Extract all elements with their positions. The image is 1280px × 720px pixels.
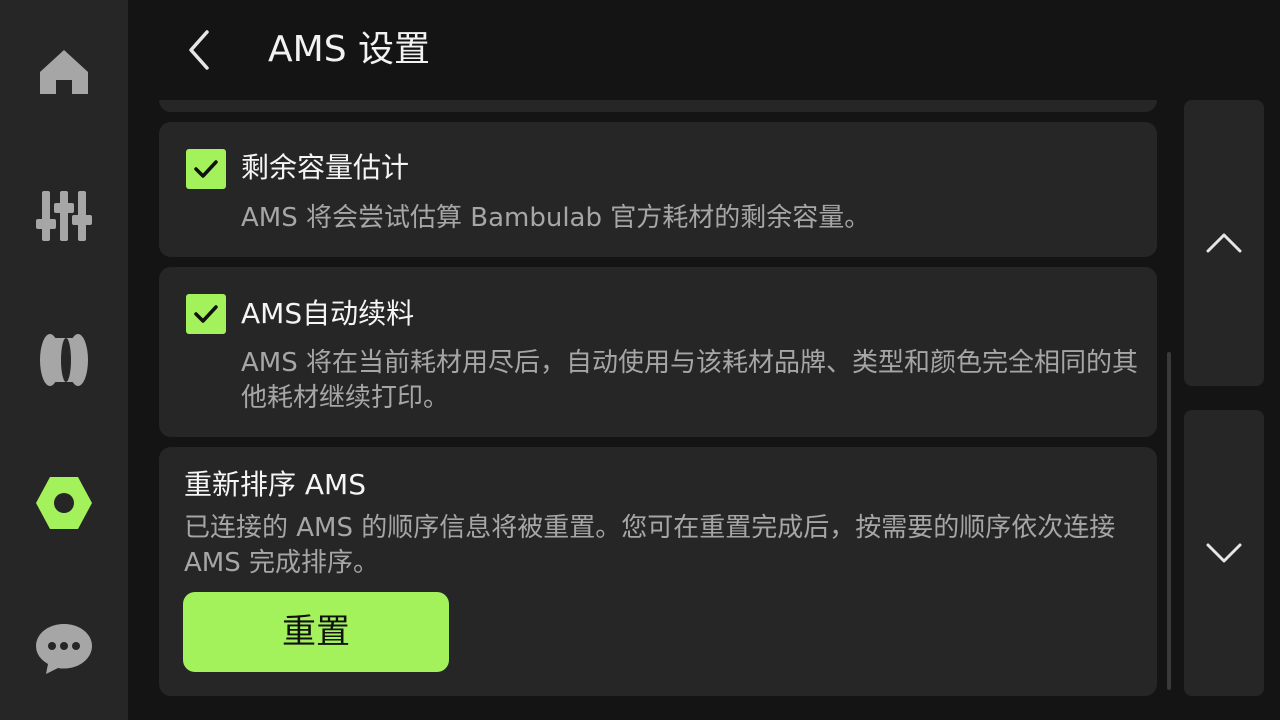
filament-icon	[40, 334, 88, 386]
chevron-left-icon	[189, 30, 209, 70]
sidebar	[0, 0, 128, 720]
controls-icon	[36, 191, 92, 241]
option-card-auto-refill: AMS自动续料 AMS 将在当前耗材用尽后，自动使用与该耗材品牌、类型和颜色完全…	[159, 267, 1157, 437]
reorder-title: 重新排序 AMS	[184, 468, 366, 501]
previous-card	[159, 100, 1157, 112]
home-icon	[40, 50, 88, 94]
reset-button[interactable]: 重置	[183, 592, 449, 672]
reorder-description: 已连接的 AMS 的顺序信息将被重置。您可在重置完成后，按需要的顺序依次连接 A…	[184, 513, 1116, 578]
scrollbar[interactable]	[1167, 352, 1171, 690]
back-button[interactable]	[178, 26, 222, 74]
nav-filament[interactable]	[24, 320, 104, 400]
scroll-up-button[interactable]	[1184, 100, 1264, 386]
option-title: 剩余容量估计	[241, 151, 410, 184]
option-description: AMS 将在当前耗材用尽后，自动使用与该耗材品牌、类型和颜色完全相同的其他耗材继…	[241, 348, 1138, 413]
remaining-capacity-checkbox[interactable]	[186, 149, 226, 189]
nav-messages[interactable]	[24, 608, 104, 688]
settings-hex-icon	[36, 477, 92, 529]
auto-refill-checkbox[interactable]	[186, 294, 226, 334]
scroll-down-button[interactable]	[1184, 410, 1264, 696]
nav-settings[interactable]	[24, 463, 104, 543]
settings-list: 剩余容量估计 AMS 将会尝试估算 Bambulab 官方耗材的剩余容量。 AM…	[159, 100, 1157, 720]
nav-controls[interactable]	[24, 175, 104, 255]
nav-home[interactable]	[24, 32, 104, 112]
check-icon	[194, 160, 218, 178]
chevron-down-icon	[1206, 543, 1242, 563]
check-icon	[194, 305, 218, 323]
reorder-ams-card: 重新排序 AMS 已连接的 AMS 的顺序信息将被重置。您可在重置完成后，按需要…	[159, 447, 1157, 696]
chat-icon	[36, 624, 92, 674]
header: AMS 设置	[128, 0, 1280, 100]
page-title: AMS 设置	[268, 29, 430, 70]
option-card-remaining-capacity: 剩余容量估计 AMS 将会尝试估算 Bambulab 官方耗材的剩余容量。	[159, 122, 1157, 257]
option-description: AMS 将会尝试估算 Bambulab 官方耗材的剩余容量。	[241, 203, 871, 233]
option-title: AMS自动续料	[241, 297, 415, 330]
chevron-up-icon	[1206, 233, 1242, 253]
